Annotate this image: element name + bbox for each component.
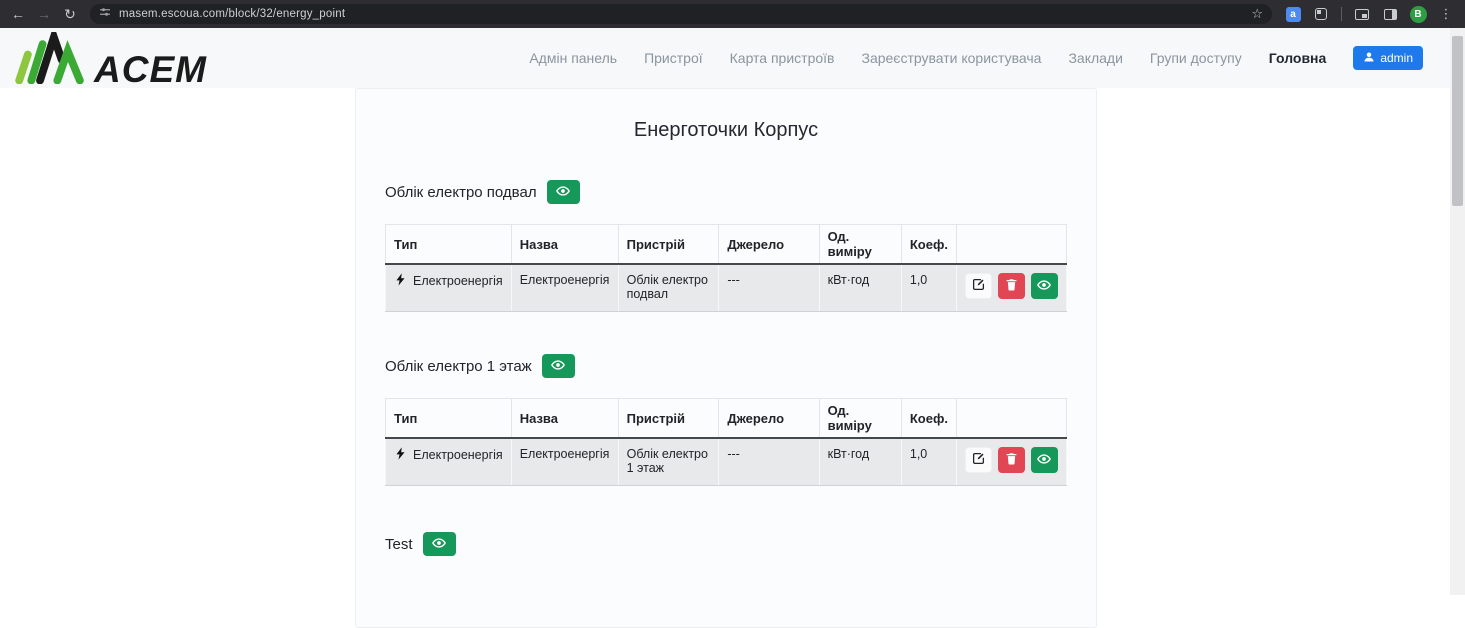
- col-coef: Коеф.: [901, 399, 956, 439]
- col-actions: [956, 399, 1066, 439]
- main-nav: Адмін панель Пристрої Карта пристроїв За…: [529, 46, 1423, 70]
- logo-mark-icon: [14, 32, 92, 84]
- reload-icon[interactable]: ↻: [60, 7, 80, 21]
- trash-icon: [1005, 278, 1018, 294]
- pencil-square-icon: [972, 452, 985, 468]
- col-unit: Од. виміру: [819, 399, 901, 439]
- eye-icon: [551, 358, 565, 375]
- view-button[interactable]: [1031, 273, 1058, 299]
- view-button[interactable]: [1031, 447, 1058, 473]
- eye-icon: [432, 536, 446, 553]
- page-title: Енерготочки Корпус: [385, 119, 1067, 142]
- acem-logo[interactable]: ACEM: [14, 32, 207, 84]
- nav-register-user[interactable]: Зареєструвати користувача: [861, 50, 1041, 66]
- eye-icon: [1037, 278, 1051, 295]
- nav-devices[interactable]: Пристрої: [644, 50, 703, 66]
- col-source: Джерело: [719, 399, 819, 439]
- site-info-icon[interactable]: [99, 5, 111, 23]
- section-test: Test: [385, 532, 1067, 556]
- col-name: Назва: [511, 399, 618, 439]
- browser-menu-icon[interactable]: ⋮: [1435, 3, 1457, 25]
- page-scrollbar[interactable]: [1450, 28, 1465, 595]
- col-source: Джерело: [719, 225, 819, 265]
- pencil-square-icon: [972, 278, 985, 294]
- col-type: Тип: [386, 399, 512, 439]
- logo-text: ACEM: [94, 53, 207, 86]
- cell-coef: 1,0: [901, 264, 956, 312]
- bookmark-star-icon[interactable]: ☆: [1251, 6, 1263, 22]
- col-device: Пристрій: [618, 399, 719, 439]
- eye-icon: [556, 184, 570, 201]
- nav-admin-panel[interactable]: Адмін панель: [529, 50, 617, 66]
- col-unit: Од. виміру: [819, 225, 901, 265]
- col-type: Тип: [386, 225, 512, 265]
- col-device: Пристрій: [618, 225, 719, 265]
- bolt-icon: [394, 447, 407, 463]
- table-row: Електроенергія Електроенергія Облік елек…: [386, 438, 1067, 486]
- profile-avatar[interactable]: B: [1407, 3, 1429, 25]
- section-title: Облік електро 1 этаж: [385, 358, 532, 375]
- energy-points-table: Тип Назва Пристрій Джерело Од. виміру Ко…: [385, 398, 1067, 486]
- eye-icon: [1037, 452, 1051, 469]
- delete-button[interactable]: [998, 447, 1025, 473]
- col-actions: [956, 225, 1066, 265]
- section-title: Test: [385, 536, 413, 553]
- table-header-row: Тип Назва Пристрій Джерело Од. виміру Ко…: [386, 225, 1067, 265]
- site-header: ACEM Адмін панель Пристрої Карта пристро…: [0, 28, 1465, 88]
- table-row: Електроенергія Електроенергія Облік елек…: [386, 264, 1067, 312]
- trash-icon: [1005, 452, 1018, 468]
- cell-name: Електроенергія: [511, 438, 618, 486]
- cell-unit: кВт·год: [819, 438, 901, 486]
- view-section-button[interactable]: [547, 180, 580, 204]
- admin-user-button[interactable]: admin: [1353, 46, 1423, 70]
- edit-button[interactable]: [965, 273, 992, 299]
- col-name: Назва: [511, 225, 618, 265]
- admin-label: admin: [1380, 51, 1413, 65]
- nav-facilities[interactable]: Заклади: [1068, 50, 1122, 66]
- edit-button[interactable]: [965, 447, 992, 473]
- energy-points-table: Тип Назва Пристрій Джерело Од. виміру Ко…: [385, 224, 1067, 312]
- person-icon: [1363, 51, 1375, 66]
- cell-coef: 1,0: [901, 438, 956, 486]
- nav-device-map[interactable]: Карта пристроїв: [730, 50, 835, 66]
- cell-type: Електроенергія: [413, 274, 503, 288]
- picture-in-picture-icon[interactable]: [1351, 3, 1373, 25]
- cell-device: Облік електро 1 этаж: [618, 438, 719, 486]
- cell-type: Електроенергія: [413, 448, 503, 462]
- back-icon[interactable]: ←: [8, 7, 28, 21]
- table-header-row: Тип Назва Пристрій Джерело Од. виміру Ко…: [386, 399, 1067, 439]
- tab-groups-icon[interactable]: [1310, 3, 1332, 25]
- cell-name: Електроенергія: [511, 264, 618, 312]
- section-floor1: Облік електро 1 этаж: [385, 354, 1067, 378]
- scrollbar-thumb[interactable]: [1452, 36, 1463, 206]
- view-section-button[interactable]: [423, 532, 456, 556]
- cell-device: Облік електро подвал: [618, 264, 719, 312]
- side-panel-icon[interactable]: [1379, 3, 1401, 25]
- cell-unit: кВт·год: [819, 264, 901, 312]
- toolbar-divider: [1341, 7, 1342, 21]
- nav-access-groups[interactable]: Групи доступу: [1150, 50, 1242, 66]
- url-text[interactable]: masem.escoua.com/block/32/energy_point: [119, 8, 1243, 20]
- delete-button[interactable]: [998, 273, 1025, 299]
- view-section-button[interactable]: [542, 354, 575, 378]
- nav-home[interactable]: Головна: [1269, 50, 1327, 66]
- col-coef: Коеф.: [901, 225, 956, 265]
- cell-source: ---: [719, 264, 819, 312]
- section-title: Облік електро подвал: [385, 184, 537, 201]
- translate-icon[interactable]: a: [1282, 3, 1304, 25]
- browser-toolbar: ← → ↻ masem.escoua.com/block/32/energy_p…: [0, 0, 1465, 28]
- bolt-icon: [394, 273, 407, 289]
- address-bar[interactable]: masem.escoua.com/block/32/energy_point ☆: [90, 4, 1272, 24]
- forward-icon[interactable]: →: [34, 7, 54, 21]
- energy-points-card: Енерготочки Корпус Облік електро подвал …: [355, 88, 1097, 628]
- section-basement: Облік електро подвал: [385, 180, 1067, 204]
- cell-source: ---: [719, 438, 819, 486]
